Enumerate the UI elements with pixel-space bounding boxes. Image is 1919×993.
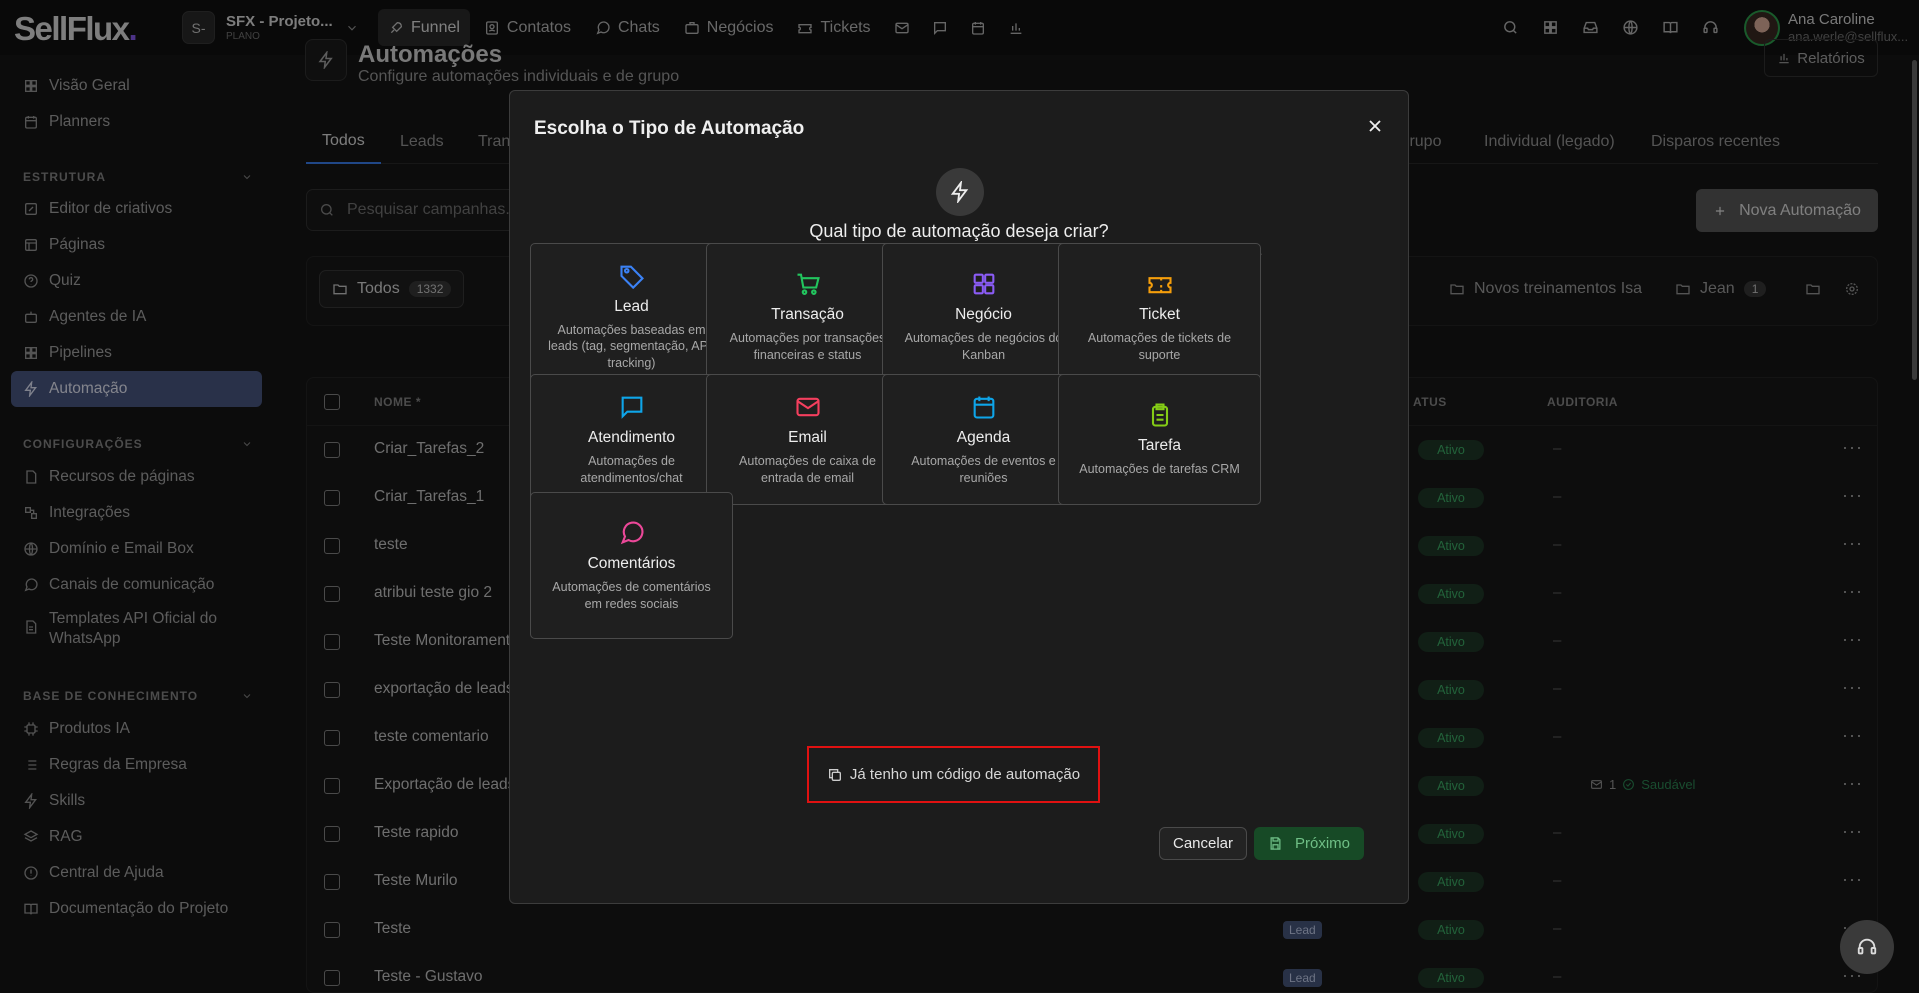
bolt-icon xyxy=(936,168,984,216)
modal-question: Qual tipo de automação deseja criar? xyxy=(809,221,1109,241)
card-description: Automações de comentários em redes socia… xyxy=(552,580,711,611)
card-title: Transação xyxy=(771,306,844,324)
card-title: Atendimento xyxy=(587,429,676,447)
existing-code-label: Já tenho um código de automação xyxy=(849,766,1081,783)
card-description: Automações de caixa de entrada de email xyxy=(739,454,876,485)
scrollbar[interactable] xyxy=(1912,60,1917,380)
tag-icon xyxy=(619,265,644,290)
mail-icon xyxy=(795,398,820,417)
close-icon[interactable] xyxy=(1365,116,1385,136)
type-card-atendimento[interactable]: Atendimento Automações de atendimentos/c… xyxy=(530,374,733,505)
next-label: Próximo xyxy=(1294,835,1350,852)
card-description: Automações por transações financeiras e … xyxy=(729,331,886,362)
card-title: Tarefa xyxy=(1137,437,1182,455)
card-description: Automações de eventos e reuniões xyxy=(911,454,1056,485)
card-description: Automações de negócios do Kanban xyxy=(904,331,1063,362)
type-card-agenda[interactable]: Agenda Automações de eventos e reuniões xyxy=(882,374,1085,505)
clipboard-icon xyxy=(1151,403,1168,427)
modal-title: Escolha o Tipo de Automação xyxy=(534,118,805,139)
save-icon xyxy=(1268,836,1283,851)
card-title: Negócio xyxy=(955,306,1012,324)
card-title: Comentários xyxy=(587,555,676,573)
comment-icon xyxy=(620,521,643,545)
type-card-negócio[interactable]: Negócio Automações de negócios do Kanban xyxy=(882,243,1085,390)
type-card-ticket[interactable]: Ticket Automações de tickets de suporte xyxy=(1058,243,1261,390)
headset-icon xyxy=(1856,936,1878,958)
type-card-comentários[interactable]: Comentários Automações de comentários em… xyxy=(530,492,733,639)
card-description: Automações baseadas em leads (tag, segme… xyxy=(548,323,715,370)
type-card-email[interactable]: Email Automações de caixa de entrada de … xyxy=(706,374,909,505)
support-chat-button[interactable] xyxy=(1840,920,1894,974)
cancel-button[interactable]: Cancelar xyxy=(1159,827,1247,860)
type-card-transação[interactable]: Transação Automações por transações fina… xyxy=(706,243,909,390)
chat-icon xyxy=(621,396,642,420)
cart-icon xyxy=(797,273,820,296)
calendar-icon xyxy=(973,396,994,419)
copy-icon xyxy=(827,767,843,783)
card-title: Ticket xyxy=(1139,306,1180,324)
type-card-tarefa[interactable]: Tarefa Automações de tarefas CRM xyxy=(1058,374,1261,505)
card-title: Email xyxy=(788,429,827,447)
next-button[interactable]: Próximo xyxy=(1254,827,1364,860)
existing-code-button[interactable]: Já tenho um código de automação xyxy=(807,746,1100,803)
card-title: Agenda xyxy=(956,429,1011,447)
type-card-lead[interactable]: Lead Automações baseadas em leads (tag, … xyxy=(530,243,733,390)
card-title: Lead xyxy=(614,298,649,316)
grid-icon xyxy=(973,273,994,295)
card-description: Automações de tickets de suporte xyxy=(1087,331,1232,362)
automation-type-modal: Escolha o Tipo de Automação Qual tipo de… xyxy=(509,90,1409,904)
ticket-icon xyxy=(1147,277,1172,294)
card-description: Automações de atendimentos/chat xyxy=(580,454,683,485)
card-description: Automações de tarefas CRM xyxy=(1079,462,1240,477)
